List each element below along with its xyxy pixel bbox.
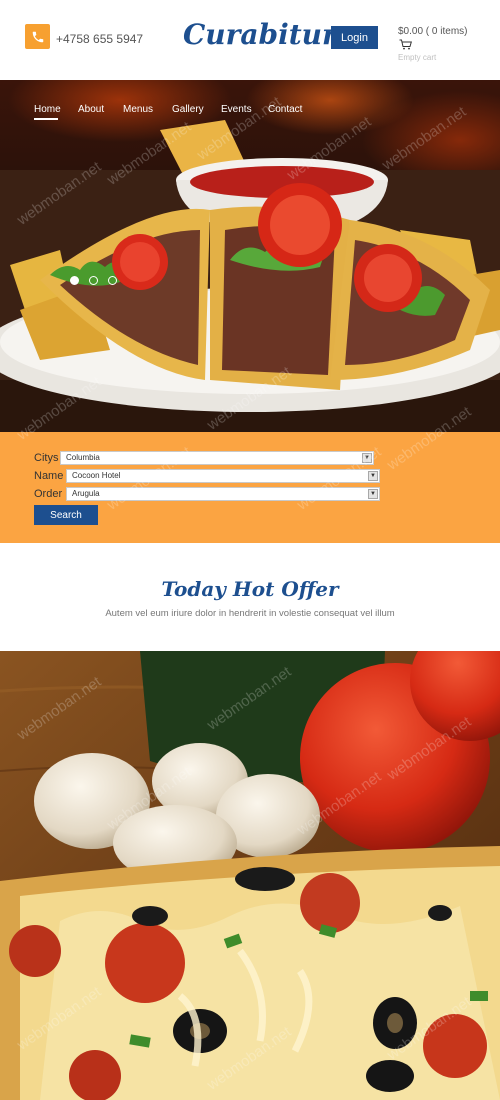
slider-dot-1[interactable]: [70, 276, 79, 285]
offer-title: Today Hot Offer: [161, 577, 339, 601]
search-button[interactable]: Search: [34, 505, 98, 525]
select-arrow-icon: ▼: [362, 453, 372, 463]
login-button[interactable]: Login: [331, 26, 378, 49]
select-arrow-icon: ▼: [368, 489, 378, 499]
nav-item-events[interactable]: Events: [221, 104, 252, 115]
slider-dot-3[interactable]: [108, 276, 117, 285]
nav-item-home[interactable]: Home: [34, 104, 61, 115]
order-select[interactable]: Arugula ▼: [66, 487, 380, 501]
nav-item-contact[interactable]: Contact: [268, 104, 302, 115]
site-logo[interactable]: Curabitur: [183, 18, 337, 51]
name-label: Name: [34, 470, 64, 482]
search-panel: Citys Columbia ▼ Name Cocoon Hotel ▼ Ord…: [0, 432, 500, 543]
phone-icon: [25, 24, 50, 49]
slider-dot-2[interactable]: [89, 276, 98, 285]
main-nav: Home About Menus Gallery Events Contact: [0, 104, 500, 124]
citys-label: Citys: [34, 452, 59, 464]
nav-item-about[interactable]: About: [78, 104, 104, 115]
hero-slider: Home About Menus Gallery Events Contact: [0, 80, 500, 432]
citys-select[interactable]: Columbia ▼: [60, 451, 374, 465]
hot-offer-section: Today Hot Offer Autem vel eum iriure dol…: [0, 543, 500, 651]
site-header: +4758 655 5947 Curabitur Login $0.00 ( 0…: [0, 0, 500, 80]
nav-item-gallery[interactable]: Gallery: [172, 104, 204, 115]
order-value: Arugula: [72, 489, 100, 498]
nav-item-menus[interactable]: Menus: [123, 104, 153, 115]
hero-image: [0, 120, 500, 432]
nav-active-indicator: [34, 118, 58, 120]
cart-status: Empty cart: [398, 53, 437, 62]
select-arrow-icon: ▼: [368, 471, 378, 481]
name-select[interactable]: Cocoon Hotel ▼: [66, 469, 380, 483]
cart-icon[interactable]: [399, 39, 412, 50]
citys-value: Columbia: [66, 453, 100, 462]
order-label: Order: [34, 488, 63, 500]
cart-total[interactable]: $0.00 ( 0 items): [398, 26, 467, 37]
phone-number: +4758 655 5947: [56, 32, 144, 46]
name-value: Cocoon Hotel: [72, 471, 121, 480]
pizza-image: [0, 651, 500, 1100]
offer-subtitle: Autem vel eum iriure dolor in hendrerit …: [105, 608, 395, 619]
